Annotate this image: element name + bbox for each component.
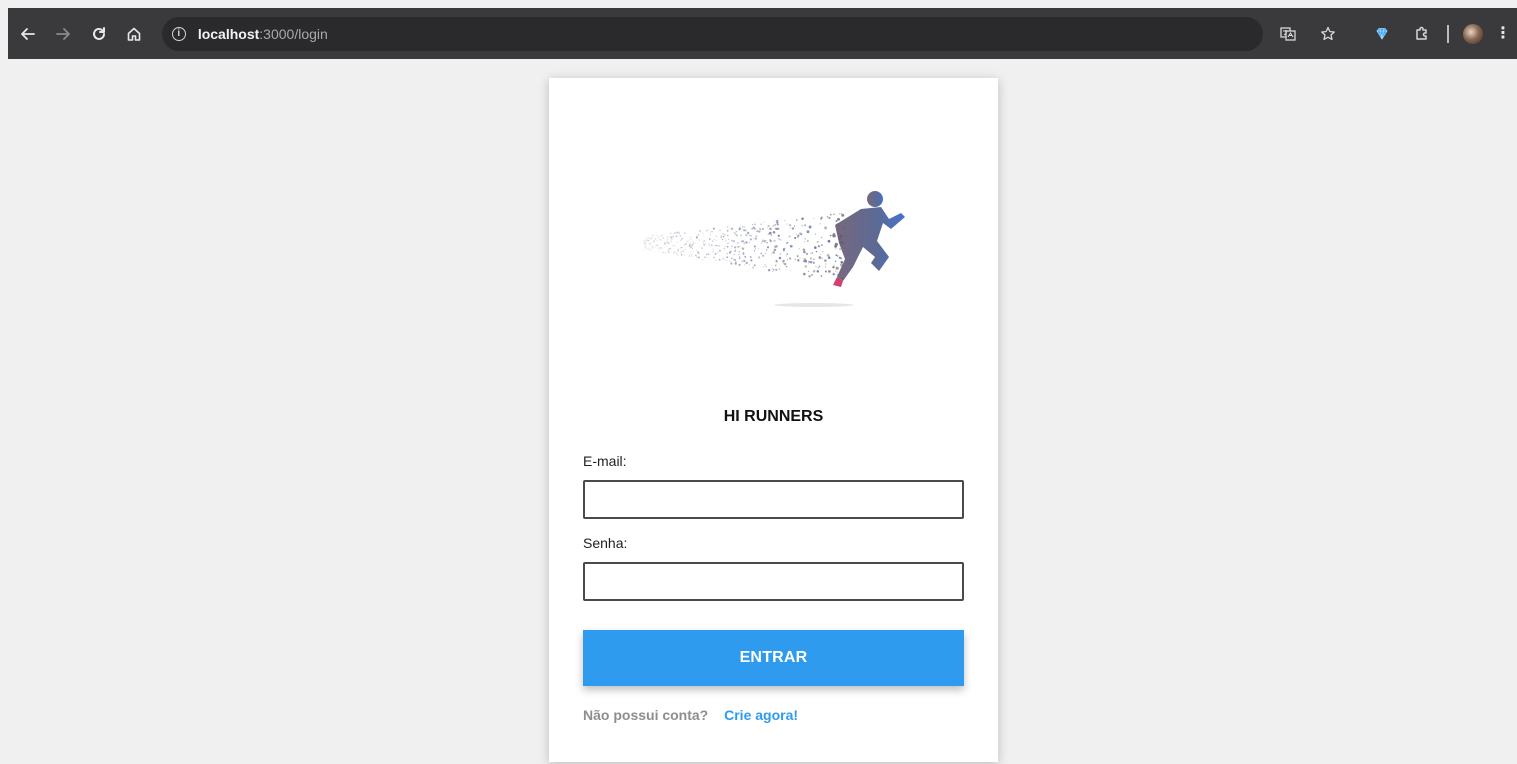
password-field[interactable] [583,562,964,601]
email-label: E-mail: [583,453,627,469]
email-field[interactable] [583,480,964,519]
profile-avatar[interactable] [1463,23,1483,44]
translate-icon[interactable] [1273,19,1303,49]
extensions-puzzle-icon[interactable] [1407,19,1437,49]
address-bar[interactable]: i localhost:3000/login [161,16,1263,51]
more-menu-icon[interactable]: ⋮ [1495,25,1511,42]
runner-illustration [643,191,905,307]
page-edge [0,0,8,764]
reload-icon[interactable] [83,18,114,50]
signup-link[interactable]: Crie agora! [724,707,798,723]
forward-arrow-icon[interactable] [47,18,78,50]
login-card: HI RUNNERS E-mail: Senha: ENTRAR Não pos… [549,78,998,762]
app-title: HI RUNNERS [723,408,824,425]
browser-toolbar: i localhost:3000/login ⋮ [8,8,1517,59]
extension-gem-icon[interactable] [1367,19,1397,49]
signup-row: Não possui conta? Crie agora! [583,707,798,723]
login-button[interactable]: ENTRAR [583,630,964,686]
toolbar-separator [1447,24,1449,43]
site-info-icon[interactable]: i [171,26,186,41]
back-arrow-icon[interactable] [12,18,43,50]
toolbar-actions: ⋮ [1263,19,1517,49]
home-icon[interactable] [118,18,149,50]
bookmark-star-icon[interactable] [1313,19,1343,49]
url-host: localhost [197,25,260,42]
password-label: Senha: [583,535,628,551]
url-path: :3000/login [259,25,328,42]
signup-prompt: Não possui conta? [583,707,709,723]
